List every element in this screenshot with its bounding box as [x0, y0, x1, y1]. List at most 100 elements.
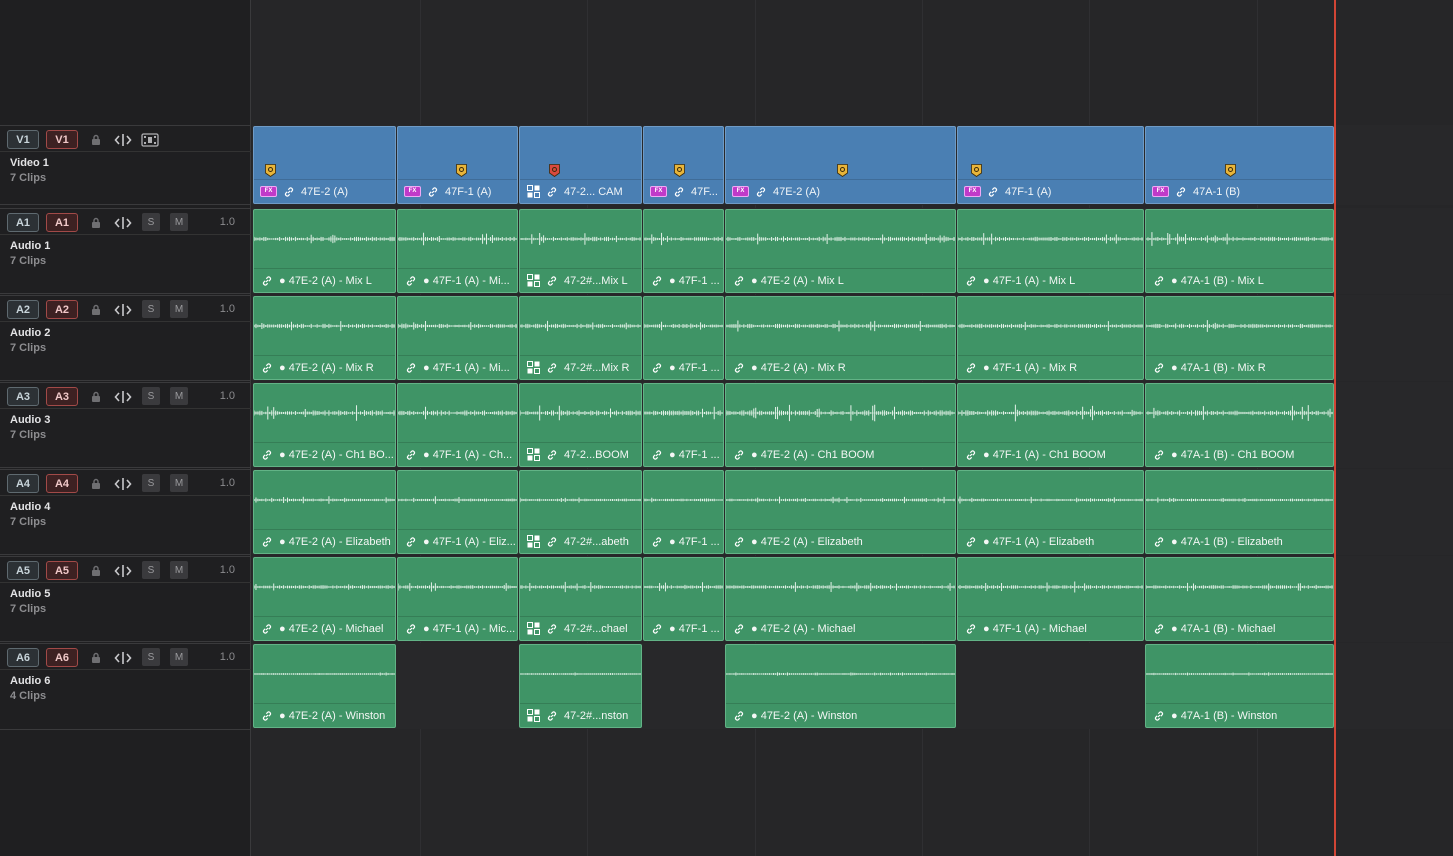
audio-clip[interactable]: ● 47F-1 ...	[643, 383, 724, 467]
source-track-button[interactable]: A1	[46, 213, 78, 232]
auto-sync-icon[interactable]	[114, 475, 132, 492]
source-track-button[interactable]: A4	[46, 474, 78, 493]
mute-button[interactable]: M	[170, 474, 188, 492]
yellow-marker-icon[interactable]	[456, 164, 467, 177]
solo-button[interactable]: S	[142, 387, 160, 405]
audio-clip[interactable]: ● 47E-2 (A) - Winston	[725, 644, 956, 728]
mute-button[interactable]: M	[170, 561, 188, 579]
lock-icon[interactable]	[87, 301, 105, 318]
source-track-button[interactable]: A3	[46, 387, 78, 406]
audio-clip[interactable]: 47-2#...Mix L	[519, 209, 642, 293]
audio-clip[interactable]: ● 47F-1 ...	[643, 557, 724, 641]
audio-clip[interactable]: ● 47F-1 (A) - Ch1 BOOM	[957, 383, 1144, 467]
audio-clip[interactable]: ● 47F-1 (A) - Mic...	[397, 557, 518, 641]
audio-clip[interactable]: ● 47F-1 (A) - Eliz...	[397, 470, 518, 554]
source-track-button[interactable]: A5	[46, 561, 78, 580]
audio-clip[interactable]: ● 47E-2 (A) - Michael	[725, 557, 956, 641]
audio-clip[interactable]: ● 47A-1 (B) - Michael	[1145, 557, 1334, 641]
link-icon	[732, 709, 746, 723]
yellow-marker-icon[interactable]	[265, 164, 276, 177]
yellow-marker-icon[interactable]	[971, 164, 982, 177]
audio-clip[interactable]: ● 47F-1 (A) - Michael	[957, 557, 1144, 641]
audio-clip[interactable]: ● 47E-2 (A) - Mix R	[253, 296, 396, 380]
solo-button[interactable]: S	[142, 561, 160, 579]
audio-clip[interactable]: ● 47A-1 (B) - Mix L	[1145, 209, 1334, 293]
dest-track-button[interactable]: A3	[7, 387, 39, 406]
video-clip[interactable]: FX 47E-2 (A)	[253, 126, 396, 204]
lock-icon[interactable]	[87, 649, 105, 666]
audio-clip[interactable]: 47-2...BOOM	[519, 383, 642, 467]
mute-button[interactable]: M	[170, 213, 188, 231]
red-marker-icon[interactable]	[549, 164, 560, 177]
dest-track-button[interactable]: A5	[7, 561, 39, 580]
yellow-marker-icon[interactable]	[837, 164, 848, 177]
clip-label-bar: ● 47E-2 (A) - Winston	[254, 703, 395, 727]
video-clip[interactable]: FX 47E-2 (A)	[725, 126, 956, 204]
lock-icon[interactable]	[87, 475, 105, 492]
audio-clip[interactable]: ● 47E-2 (A) - Ch1 BO...	[253, 383, 396, 467]
yellow-marker-icon[interactable]	[1225, 164, 1236, 177]
auto-sync-icon[interactable]	[114, 562, 132, 579]
solo-button[interactable]: S	[142, 213, 160, 231]
mute-button[interactable]: M	[170, 300, 188, 318]
audio-clip[interactable]: ● 47F-1 (A) - Elizabeth	[957, 470, 1144, 554]
audio-clip[interactable]: ● 47E-2 (A) - Winston	[253, 644, 396, 728]
audio-clip[interactable]: ● 47E-2 (A) - Ch1 BOOM	[725, 383, 956, 467]
audio-clip[interactable]: ● 47F-1 ...	[643, 296, 724, 380]
audio-clip[interactable]: 47-2#...abeth	[519, 470, 642, 554]
audio-clip[interactable]: ● 47E-2 (A) - Michael	[253, 557, 396, 641]
lock-icon[interactable]	[87, 388, 105, 405]
audio-clip[interactable]: ● 47F-1 ...	[643, 470, 724, 554]
audio-clip[interactable]: ● 47E-2 (A) - Elizabeth	[725, 470, 956, 554]
audio-clip[interactable]: ● 47A-1 (B) - Ch1 BOOM	[1145, 383, 1334, 467]
audio-clip[interactable]: ● 47E-2 (A) - Elizabeth	[253, 470, 396, 554]
mute-button[interactable]: M	[170, 648, 188, 666]
auto-sync-icon[interactable]	[114, 301, 132, 318]
clip-count: 7 Clips	[10, 342, 47, 354]
solo-button[interactable]: S	[142, 648, 160, 666]
playhead[interactable]	[1334, 0, 1336, 856]
video-clip[interactable]: FX 47F...	[643, 126, 724, 204]
audio-clip[interactable]: ● 47E-2 (A) - Mix L	[725, 209, 956, 293]
audio-clip[interactable]: ● 47E-2 (A) - Mix R	[725, 296, 956, 380]
audio-clip[interactable]: ● 47F-1 (A) - Mi...	[397, 209, 518, 293]
auto-sync-icon[interactable]	[114, 214, 132, 231]
video-clip[interactable]: 47-2... CAM	[519, 126, 642, 204]
audio-clip[interactable]: ● 47E-2 (A) - Mix L	[253, 209, 396, 293]
track-volume: 1.0	[219, 390, 235, 402]
audio-clip[interactable]: ● 47A-1 (B) - Winston	[1145, 644, 1334, 728]
source-track-button[interactable]: V1	[46, 130, 78, 149]
dest-track-button[interactable]: A2	[7, 300, 39, 319]
video-clip[interactable]: FX 47F-1 (A)	[397, 126, 518, 204]
auto-sync-icon[interactable]	[114, 388, 132, 405]
audio-clip[interactable]: ● 47F-1 (A) - Mi...	[397, 296, 518, 380]
audio-clip[interactable]: ● 47A-1 (B) - Mix R	[1145, 296, 1334, 380]
dest-track-button[interactable]: A6	[7, 648, 39, 667]
auto-sync-icon[interactable]	[114, 649, 132, 666]
auto-sync-icon[interactable]	[114, 131, 132, 148]
audio-clip[interactable]: ● 47A-1 (B) - Elizabeth	[1145, 470, 1334, 554]
lock-icon[interactable]	[87, 131, 105, 148]
video-clip[interactable]: FX 47F-1 (A)	[957, 126, 1144, 204]
video-clip[interactable]: FX 47A-1 (B)	[1145, 126, 1334, 204]
audio-clip[interactable]: ● 47F-1 ...	[643, 209, 724, 293]
yellow-marker-icon[interactable]	[674, 164, 685, 177]
dest-track-button[interactable]: A4	[7, 474, 39, 493]
audio-clip[interactable]: ● 47F-1 (A) - Mix L	[957, 209, 1144, 293]
video-toggle-icon[interactable]	[141, 131, 159, 148]
source-track-button[interactable]: A6	[46, 648, 78, 667]
solo-button[interactable]: S	[142, 474, 160, 492]
audio-clip[interactable]: 47-2#...chael	[519, 557, 642, 641]
audio-clip[interactable]: ● 47F-1 (A) - Mix R	[957, 296, 1144, 380]
dest-track-button[interactable]: A1	[7, 213, 39, 232]
dest-track-button[interactable]: V1	[7, 130, 39, 149]
source-track-button[interactable]: A2	[46, 300, 78, 319]
lock-icon[interactable]	[87, 562, 105, 579]
solo-button[interactable]: S	[142, 300, 160, 318]
audio-clip[interactable]: 47-2#...Mix R	[519, 296, 642, 380]
mute-button[interactable]: M	[170, 387, 188, 405]
audio-clip[interactable]: 47-2#...nston	[519, 644, 642, 728]
audio-clip[interactable]: ● 47F-1 (A) - Ch...	[397, 383, 518, 467]
lock-icon[interactable]	[87, 214, 105, 231]
timeline-area[interactable]: FX 47E-2 (A) FX 47F-1 (A) 47-2... CAM FX 47F..…	[252, 0, 1453, 856]
